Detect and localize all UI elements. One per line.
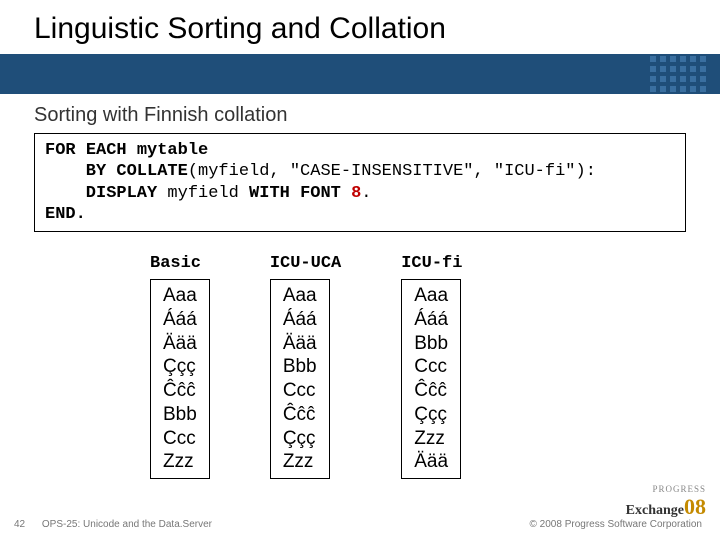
number-literal: 8 <box>351 184 361 203</box>
logo-word: Exchange <box>626 503 684 518</box>
list-item: Aaa <box>283 284 317 308</box>
code-line: BY COLLATE(myfield, "CASE-INSENSITIVE", … <box>45 161 675 182</box>
dot-grid-icon <box>650 56 706 92</box>
keyword: BY <box>86 162 106 181</box>
list-item: Zzz <box>283 450 317 474</box>
list-item: Ccc <box>163 427 197 451</box>
keyword: FOR <box>45 141 76 160</box>
slide-subtitle: Sorting with Finnish collation <box>0 94 720 133</box>
list-item: Äää <box>163 332 197 356</box>
list-item: Ççç <box>163 355 197 379</box>
title-band <box>0 54 720 94</box>
column-box: Aaa Ááá Äää Ççç Ĉĉĉ Bbb Ccc Zzz <box>150 279 210 479</box>
logo-year: 08 <box>684 494 706 519</box>
list-item: Ááá <box>414 308 448 332</box>
keyword: DISPLAY <box>86 184 157 203</box>
code-text: . <box>361 184 371 203</box>
column-box: Aaa Ááá Äää Bbb Ccc Ĉĉĉ Ççç Zzz <box>270 279 330 479</box>
keyword: COLLATE <box>116 162 187 181</box>
column-header: ICU-fi <box>401 254 462 273</box>
keyword: EACH <box>86 141 127 160</box>
list-item: Äää <box>414 450 448 474</box>
column-header: ICU-UCA <box>270 254 341 273</box>
list-item: Bbb <box>283 355 317 379</box>
slide-title: Linguistic Sorting and Collation <box>0 0 720 54</box>
column-basic: Basic Aaa Ááá Äää Ççç Ĉĉĉ Bbb Ccc Zzz <box>150 254 210 479</box>
list-item: Ccc <box>414 355 448 379</box>
list-item: Aaa <box>163 284 197 308</box>
footer-left: 42 OPS-25: Unicode and the Data.Server <box>14 519 212 530</box>
keyword: WITH <box>249 184 290 203</box>
column-icu-uca: ICU-UCA Aaa Ááá Äää Bbb Ccc Ĉĉĉ Ççç Zzz <box>270 254 341 479</box>
list-item: Äää <box>283 332 317 356</box>
list-item: Ĉĉĉ <box>414 379 448 403</box>
column-icu-fi: ICU-fi Aaa Ááá Bbb Ccc Ĉĉĉ Ççç Zzz Äää <box>401 254 462 479</box>
copyright: © 2008 Progress Software Corporation <box>530 519 702 530</box>
code-line: FOR EACH mytable <box>45 140 675 161</box>
code-text: (myfield, "CASE-INSENSITIVE", "ICU-fi"): <box>188 162 596 181</box>
code-line: END. <box>45 204 675 225</box>
session-label: OPS-25: Unicode and the Data.Server <box>42 519 212 530</box>
list-item: Ááá <box>163 308 197 332</box>
identifier: mytable <box>137 141 208 160</box>
list-item: Zzz <box>163 450 197 474</box>
column-box: Aaa Ááá Bbb Ccc Ĉĉĉ Ççç Zzz Äää <box>401 279 461 479</box>
code-block: FOR EACH mytable BY COLLATE(myfield, "CA… <box>34 133 686 232</box>
list-item: Zzz <box>414 427 448 451</box>
code-text: myfield <box>167 184 238 203</box>
results-columns: Basic Aaa Ááá Äää Ççç Ĉĉĉ Bbb Ccc Zzz IC… <box>0 232 720 479</box>
slide: Linguistic Sorting and Collation Sorting… <box>0 0 720 540</box>
page-number: 42 <box>14 519 25 530</box>
list-item: Aaa <box>414 284 448 308</box>
list-item: Ĉĉĉ <box>283 403 317 427</box>
list-item: Ccc <box>283 379 317 403</box>
keyword: FONT <box>300 184 341 203</box>
list-item: Ççç <box>414 403 448 427</box>
brand-label: PROGRESS <box>626 484 706 494</box>
list-item: Ááá <box>283 308 317 332</box>
conference-logo: PROGRESS Exchange08 <box>626 484 706 520</box>
list-item: Bbb <box>414 332 448 356</box>
list-item: Bbb <box>163 403 197 427</box>
code-line: DISPLAY myfield WITH FONT 8. <box>45 183 675 204</box>
footer: 42 OPS-25: Unicode and the Data.Server ©… <box>0 519 720 530</box>
column-header: Basic <box>150 254 201 273</box>
list-item: Ĉĉĉ <box>163 379 197 403</box>
list-item: Ççç <box>283 427 317 451</box>
